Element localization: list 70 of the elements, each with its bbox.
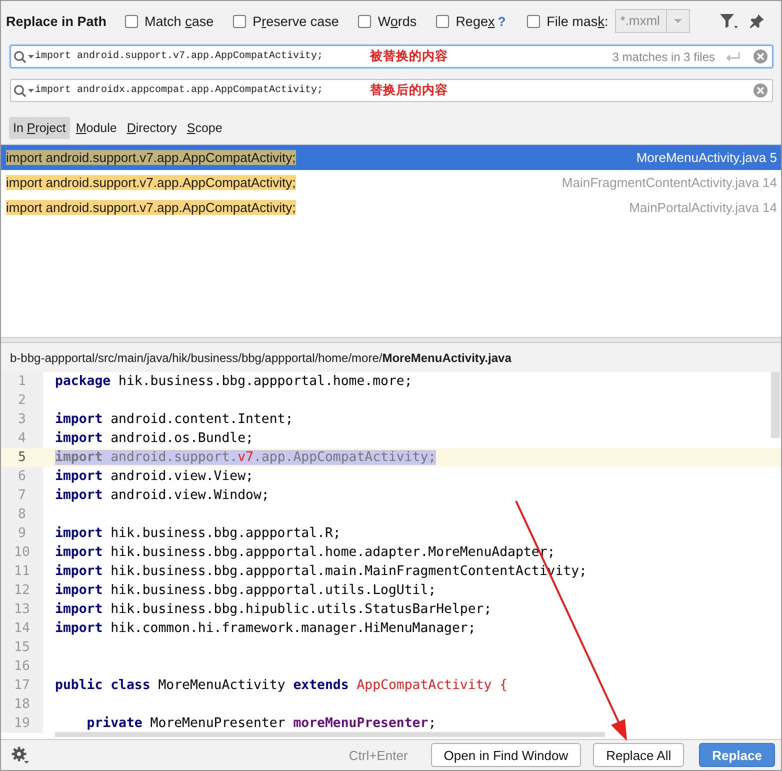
annotation-text: 被替换的内容 bbox=[370, 48, 448, 65]
scrollbar-thumb[interactable] bbox=[55, 732, 605, 737]
code-line: public class MoreMenuActivity extends AppCompatActivity { bbox=[55, 678, 508, 693]
result-file-name: MainFragmentContentActivity.java 14 bbox=[562, 175, 777, 190]
clear-icon[interactable] bbox=[753, 49, 768, 64]
result-row[interactable]: import android.support.v7.app.AppCompatActivity; MainFragmentContentActivity.java 14 bbox=[1, 170, 781, 195]
enter-icon bbox=[725, 50, 741, 62]
annotation-text: 替换后的内容 bbox=[370, 82, 448, 99]
search-field[interactable]: import androidx.appcompat.app.AppCompatActivity; 替换后的内容 bbox=[10, 79, 773, 102]
line-number: 12 bbox=[1, 581, 43, 600]
scope-tab[interactable]: Scope bbox=[182, 116, 226, 138]
dropdown-icon bbox=[673, 18, 684, 24]
line-number: 7 bbox=[1, 486, 43, 505]
line-number: 19 bbox=[1, 714, 43, 733]
result-file-name: MainPortalActivity.java 14 bbox=[629, 200, 777, 215]
search-icon[interactable] bbox=[13, 50, 35, 64]
line-number: 3 bbox=[1, 410, 43, 429]
line-number: 16 bbox=[1, 657, 43, 676]
settings-icon[interactable] bbox=[11, 746, 29, 764]
option-checkbox[interactable]: Match case bbox=[124, 14, 214, 28]
shortcut-hint: Ctrl+Enter bbox=[348, 748, 408, 762]
result-match-text: import android.support.v7.app.AppCompatActivity; bbox=[6, 175, 296, 190]
match-count: 3 matches in 3 files bbox=[612, 50, 715, 64]
option-checkbox[interactable]: Preserve case bbox=[232, 14, 339, 28]
line-number: 2 bbox=[1, 391, 43, 410]
code-line: import hik.business.bbg.appportal.utils.LogUtil; bbox=[55, 583, 436, 598]
result-match-text: import android.support.v7.app.AppCompatActivity; bbox=[6, 200, 296, 215]
result-row[interactable]: import android.support.v7.app.AppCompatActivity; MainPortalActivity.java 14 bbox=[1, 195, 781, 220]
option-checkbox[interactable]: Regex bbox=[436, 14, 495, 28]
code-line: import android.view.Window; bbox=[55, 488, 270, 503]
line-number: 8 bbox=[1, 505, 43, 524]
code-line: package hik.business.bbg.appportal.home.more; bbox=[55, 374, 412, 389]
option-checkbox[interactable]: File mask: bbox=[526, 14, 608, 28]
search-icon[interactable] bbox=[13, 84, 35, 98]
search-field[interactable]: import android.support.v7.app.AppCompatActivity; 被替换的内容 3 matches in 3 files bbox=[10, 45, 773, 68]
result-match-text: import android.support.v7.app.AppCompatActivity; bbox=[6, 150, 296, 165]
clear-icon[interactable] bbox=[753, 83, 768, 98]
scrollbar-thumb[interactable] bbox=[771, 372, 780, 438]
code-line: import android.content.Intent; bbox=[55, 412, 294, 427]
dialog-button[interactable]: Open in Find Window bbox=[430, 743, 582, 767]
line-number: 1 bbox=[1, 372, 43, 391]
dialog-button[interactable]: Replace bbox=[699, 743, 775, 767]
scope-tab[interactable]: Directory bbox=[122, 116, 181, 138]
help-link[interactable]: ? bbox=[498, 14, 506, 28]
code-line: private MoreMenuPresenter moreMenuPresenter; bbox=[86, 716, 436, 731]
code-line: import android.os.Bundle; bbox=[55, 431, 254, 446]
line-number: 4 bbox=[1, 429, 43, 448]
line-number: 14 bbox=[1, 619, 43, 638]
line-number: 13 bbox=[1, 600, 43, 619]
line-number: 17 bbox=[1, 676, 43, 695]
dialog-title: Replace in Path bbox=[6, 14, 107, 28]
line-number: 10 bbox=[1, 543, 43, 562]
line-number: 11 bbox=[1, 562, 43, 581]
option-checkbox[interactable]: Words bbox=[358, 14, 417, 28]
line-number: 6 bbox=[1, 467, 43, 486]
result-row[interactable]: import android.support.v7.app.AppCompatActivity; MoreMenuActivity.java 5 bbox=[1, 145, 781, 170]
line-number: 9 bbox=[1, 524, 43, 543]
pin-icon[interactable] bbox=[749, 13, 766, 29]
dialog-button[interactable]: Replace All bbox=[593, 743, 684, 767]
scope-tab[interactable]: In Project bbox=[9, 116, 70, 138]
code-line: import hik.business.bbg.appportal.R; bbox=[55, 526, 341, 541]
code-line: import hik.common.hi.framework.manager.HiMenuManager; bbox=[55, 621, 476, 636]
code-line: import hik.business.bbg.hipublic.utils.StatusBarHelper; bbox=[55, 602, 492, 617]
line-number: 15 bbox=[1, 638, 43, 657]
filter-icon[interactable] bbox=[719, 12, 740, 30]
result-file-name: MoreMenuActivity.java 5 bbox=[636, 150, 777, 165]
scope-tab[interactable]: Module bbox=[72, 116, 121, 138]
line-number: 18 bbox=[1, 695, 43, 714]
file-path: b-bbg-appportal/src/main/java/hik/business/bbg/appportal/home/more/MoreMenuActivity.java bbox=[10, 350, 512, 364]
code-line: import android.view.View; bbox=[55, 469, 254, 484]
